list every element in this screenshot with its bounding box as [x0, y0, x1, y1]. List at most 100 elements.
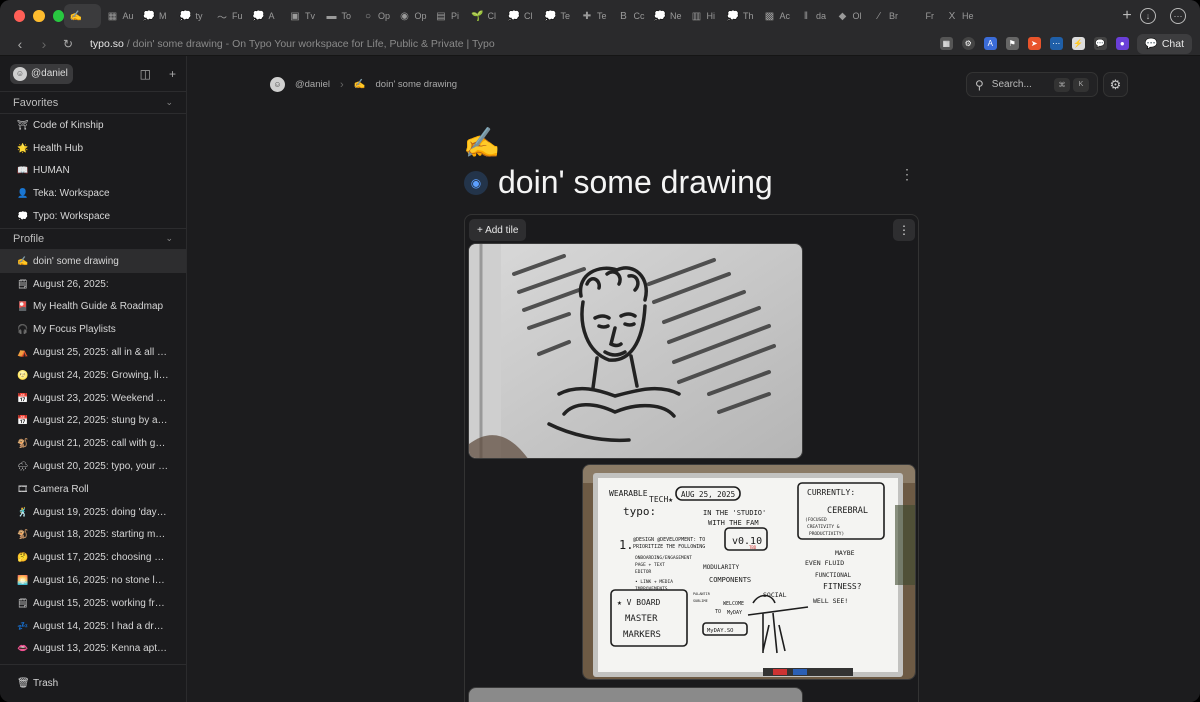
sidebar-item-page[interactable]: ✍ doin' some drawing [0, 249, 186, 273]
browser-tab[interactable]: 💭 Cl [502, 4, 539, 28]
browser-tab[interactable]: 🌱 Cl [466, 4, 503, 28]
sidebar-item-page[interactable]: 📅 August 23, 2025: Weekend work... [0, 387, 186, 410]
drawing-photo-tile[interactable] [468, 243, 803, 459]
browser-tab[interactable]: ‖ da [794, 4, 831, 28]
sidebar-toggle-icon[interactable]: ◫ [140, 67, 151, 81]
page-emoji-icon: 🐒 [17, 438, 29, 449]
wb-functional: FUNCTIONAL [815, 572, 852, 579]
page-emoji-icon[interactable]: ✍ [463, 126, 500, 161]
breadcrumb-root[interactable]: @daniel [295, 79, 330, 90]
settings-gear-icon[interactable]: ⚙ [1103, 72, 1128, 97]
more-icon[interactable]: ⋯ [1170, 8, 1186, 24]
extension-translate-icon[interactable]: A [983, 37, 997, 50]
sidebar-item-page[interactable]: 📅 August 22, 2025: stung by a 🦟... [0, 410, 186, 433]
sidebar-item-favorite[interactable]: 💭 Typo: Workspace [0, 205, 186, 228]
sidebar-item-page[interactable]: 🎴 My Health Guide & Roadmap [0, 296, 186, 319]
chat-button[interactable]: 💬 Chat [1136, 33, 1192, 54]
browser-tab[interactable]: B Cc [612, 4, 649, 28]
sidebar-item-page[interactable]: 👄 August 13, 2025: Kenna apt, mor... [0, 638, 186, 661]
close-window-button[interactable] [14, 10, 26, 22]
browser-tab[interactable]: ▤ Pi [429, 4, 466, 28]
new-tab-button[interactable]: + [1114, 7, 1140, 25]
url-field[interactable]: typo.so / doin' some drawing - On Typo Y… [90, 38, 940, 50]
add-page-icon[interactable]: + [169, 67, 176, 81]
browser-tab[interactable]: ◉ Op [393, 4, 430, 28]
browser-tab[interactable]: 💭 Ne [648, 4, 685, 28]
wb-currently: CURRENTLY: [807, 488, 855, 497]
board-more-icon[interactable]: ⋮ [893, 219, 915, 241]
extension-settings-icon[interactable]: ⚙ [961, 37, 975, 50]
extension-grid-icon[interactable]: ▦ [939, 37, 953, 50]
wb-mydayso: MyDAY.SO [707, 628, 734, 634]
sidebar-item-favorite[interactable]: 👤 Teka: Workspace [0, 182, 186, 205]
sidebar-item-favorite[interactable]: 🌟 Health Hub [0, 137, 186, 160]
page-more-icon[interactable]: ⋮ [900, 166, 914, 183]
profile-header[interactable]: Profile ⌄ [0, 227, 186, 250]
browser-tab[interactable]: 〜 Fu [210, 4, 247, 28]
extension-puzzle-icon[interactable]: ● [1115, 37, 1129, 50]
user-handle: @daniel [31, 68, 68, 79]
minimize-window-button[interactable] [33, 10, 45, 22]
forward-icon[interactable]: › [32, 36, 56, 52]
browser-tab[interactable]: 💭 Th [721, 4, 758, 28]
tab-label: Te [560, 11, 571, 21]
browser-tab[interactable]: ✚ Te [575, 4, 612, 28]
sidebar-item-page[interactable]: 🗒 August 26, 2025: [0, 273, 186, 296]
sidebar-item-page[interactable]: 💤 August 14, 2025: I had a dream! [0, 615, 186, 638]
sidebar-item-page[interactable]: 🌝 August 24, 2025: Growing, life g... [0, 364, 186, 387]
sidebar-item-label: August 19, 2025: doing 'day afte... [33, 506, 169, 518]
browser-tab[interactable]: ▬ To [320, 4, 357, 28]
browser-tab[interactable]: 💭 M [137, 4, 174, 28]
next-photo-tile[interactable] [468, 687, 803, 702]
browser-tab[interactable]: ✍ [64, 4, 101, 28]
search-input[interactable]: ⚲ Search... ⌘ K [966, 72, 1098, 97]
add-tile-button[interactable]: + Add tile [469, 219, 527, 241]
sidebar-item-page[interactable]: 🗒 August 15, 2025: working from h... [0, 592, 186, 615]
breadcrumb-current[interactable]: doin' some drawing [376, 79, 458, 90]
browser-tab[interactable]: X He [940, 4, 977, 28]
browser-tab[interactable]: ▣ Tv [283, 4, 320, 28]
sidebar-item-page[interactable]: 🎞 Camera Roll [0, 478, 186, 501]
whiteboard-photo-tile[interactable]: WEARABLE TECH★ typo: AUG 25, 2025 IN THE… [582, 464, 916, 680]
sidebar-item-page[interactable]: 🐒 August 21, 2025: call with gma, e... [0, 432, 186, 455]
chat-icon: 💬 [1144, 38, 1158, 50]
sidebar-item-label: August 14, 2025: I had a dream! [33, 620, 169, 632]
user-switcher[interactable]: ☺ @daniel [10, 63, 73, 84]
trash-item[interactable]: 🗑 Trash [0, 664, 186, 702]
sidebar-item-page[interactable]: 🌅 August 16, 2025: no stone left u... [0, 569, 186, 592]
browser-tab[interactable]: 💭 A [247, 4, 284, 28]
eye-icon[interactable]: ◉ [464, 170, 488, 195]
extension-shield-icon[interactable]: ⚑ [1005, 37, 1019, 50]
reload-icon[interactable]: ↻ [56, 37, 80, 51]
sidebar-item-page[interactable]: 🕺 August 19, 2025: doing 'day afte... [0, 501, 186, 524]
sidebar-item-page[interactable]: ⛺ August 25, 2025: all in & all syste... [0, 341, 186, 364]
browser-tab[interactable]: ○ Op [356, 4, 393, 28]
wb-focused: (FOCUSED [805, 517, 827, 523]
extension-arrow-icon[interactable]: ➤ [1027, 37, 1041, 50]
browser-tab[interactable]: ▦ Au [101, 4, 138, 28]
browser-tab[interactable]: 💭 Te [539, 4, 576, 28]
download-icon[interactable]: ↓ [1140, 8, 1156, 24]
wb-maybe: MAYBE [835, 549, 855, 557]
back-icon[interactable]: ‹ [8, 36, 32, 52]
wb-wearable: WEARABLE [609, 489, 648, 498]
browser-tab[interactable]: ◆ Ol [831, 4, 868, 28]
sidebar: ☺ @daniel ◫ + Favorites ⌄ ⛩ Code of Kinsh… [0, 56, 187, 702]
page-title[interactable]: doin' some drawing [498, 164, 773, 201]
sidebar-item-favorite[interactable]: 📖 HUMAN [0, 160, 186, 183]
browser-tab[interactable]: ▥ Hi [685, 4, 722, 28]
extension-bolt-icon[interactable]: ⚡ [1071, 37, 1085, 50]
sidebar-item-favorite[interactable]: ⛩ Code of Kinship [0, 114, 186, 137]
browser-tab[interactable]: ∕ Br [867, 4, 904, 28]
sidebar-item-page[interactable]: 🌧 August 20, 2025: typo, your life-... [0, 455, 186, 478]
extension-dots-icon[interactable]: ⋯ [1049, 37, 1063, 50]
sidebar-item-page[interactable]: 🤔 August 17, 2025: choosing a font... [0, 546, 186, 569]
sidebar-item-page[interactable]: 🎧 My Focus Playlists [0, 318, 186, 341]
zoom-window-button[interactable] [52, 10, 64, 22]
browser-tab[interactable]: Fr [904, 4, 941, 28]
favorites-header[interactable]: Favorites ⌄ [0, 92, 186, 114]
extension-chat-icon[interactable]: 💬 [1093, 37, 1107, 50]
sidebar-item-page[interactable]: 🐒 August 18, 2025: starting my da... [0, 524, 186, 547]
browser-tab[interactable]: 💭 ty [174, 4, 211, 28]
browser-tab[interactable]: ▩ Ac [758, 4, 795, 28]
